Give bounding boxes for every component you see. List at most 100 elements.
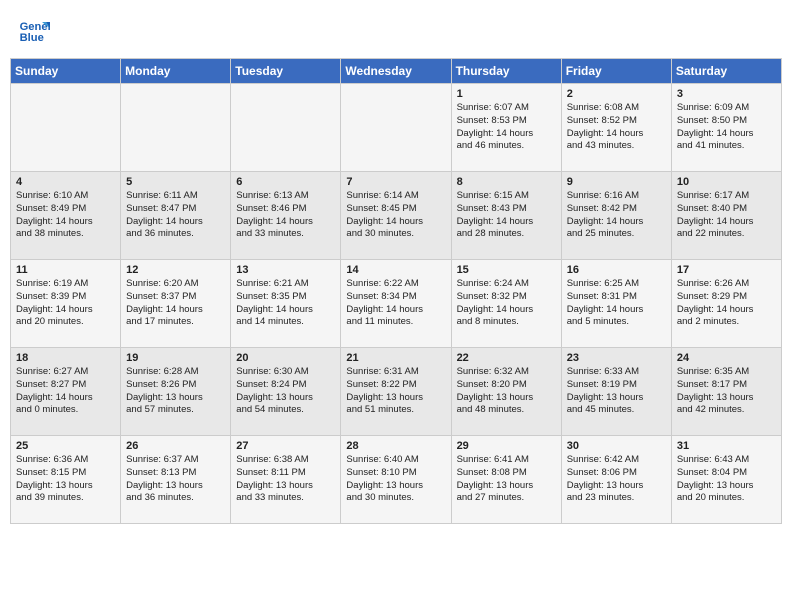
day-number: 30	[567, 440, 666, 452]
cell-info: Sunrise: 6:17 AM Sunset: 8:40 PM Dayligh…	[677, 190, 776, 241]
day-number: 10	[677, 176, 776, 188]
calendar-week-row: 25 Sunrise: 6:36 AM Sunset: 8:15 PM Dayli…	[11, 436, 782, 524]
cell-info: Sunrise: 6:31 AM Sunset: 8:22 PM Dayligh…	[346, 366, 445, 417]
day-number: 11	[16, 264, 115, 276]
calendar-cell	[231, 84, 341, 172]
calendar-cell: 4 Sunrise: 6:10 AM Sunset: 8:49 PM Daylig…	[11, 172, 121, 260]
day-number: 1	[457, 88, 556, 100]
day-number: 26	[126, 440, 225, 452]
day-number: 29	[457, 440, 556, 452]
cell-info: Sunrise: 6:21 AM Sunset: 8:35 PM Dayligh…	[236, 278, 335, 329]
calendar-cell: 29 Sunrise: 6:41 AM Sunset: 8:08 PM Dayli…	[451, 436, 561, 524]
calendar-cell: 8Sunrise: 6:15 AM Sunset: 8:43 PM Daylig…	[451, 172, 561, 260]
cell-info: Sunrise: 6:11 AM Sunset: 8:47 PM Dayligh…	[126, 190, 225, 241]
cell-info: Sunrise: 6:33 AM Sunset: 8:19 PM Dayligh…	[567, 366, 666, 417]
cell-info: Sunrise: 6:41 AM Sunset: 8:08 PM Dayligh…	[457, 454, 556, 505]
day-number: 21	[346, 352, 445, 364]
day-number: 16	[567, 264, 666, 276]
day-number: 9	[567, 176, 666, 188]
weekday-header-row: SundayMondayTuesdayWednesdayThursdayFrid…	[11, 59, 782, 84]
cell-info: Sunrise: 6:38 AM Sunset: 8:11 PM Dayligh…	[236, 454, 335, 505]
day-number: 7	[346, 176, 445, 188]
day-number: 14	[346, 264, 445, 276]
cell-info: Sunrise: 6:36 AM Sunset: 8:15 PM Dayligh…	[16, 454, 115, 505]
day-number: 17	[677, 264, 776, 276]
cell-info: Sunrise: 6:37 AM Sunset: 8:13 PM Dayligh…	[126, 454, 225, 505]
calendar-week-row: 4 Sunrise: 6:10 AM Sunset: 8:49 PM Daylig…	[11, 172, 782, 260]
cell-info: Sunrise: 6:28 AM Sunset: 8:26 PM Dayligh…	[126, 366, 225, 417]
calendar-cell: 6Sunrise: 6:13 AM Sunset: 8:46 PM Daylig…	[231, 172, 341, 260]
cell-info: Sunrise: 6:08 AM Sunset: 8:52 PM Dayligh…	[567, 102, 666, 153]
calendar-cell: 11 Sunrise: 6:19 AM Sunset: 8:39 PM Dayli…	[11, 260, 121, 348]
day-number: 20	[236, 352, 335, 364]
calendar-cell: 18 Sunrise: 6:27 AM Sunset: 8:27 PM Dayli…	[11, 348, 121, 436]
weekday-label: Monday	[121, 59, 231, 84]
cell-info: Sunrise: 6:27 AM Sunset: 8:27 PM Dayligh…	[16, 366, 115, 417]
calendar-cell	[121, 84, 231, 172]
weekday-label: Friday	[561, 59, 671, 84]
calendar-cell	[341, 84, 451, 172]
calendar-cell: 21 Sunrise: 6:31 AM Sunset: 8:22 PM Dayli…	[341, 348, 451, 436]
calendar-cell	[11, 84, 121, 172]
cell-info: Sunrise: 6:20 AM Sunset: 8:37 PM Dayligh…	[126, 278, 225, 329]
weekday-label: Wednesday	[341, 59, 451, 84]
calendar-cell: 17Sunrise: 6:26 AM Sunset: 8:29 PM Dayli…	[671, 260, 781, 348]
calendar-cell: 7 Sunrise: 6:14 AM Sunset: 8:45 PM Daylig…	[341, 172, 451, 260]
calendar-week-row: 18 Sunrise: 6:27 AM Sunset: 8:27 PM Dayli…	[11, 348, 782, 436]
calendar-cell: 2 Sunrise: 6:08 AM Sunset: 8:52 PM Daylig…	[561, 84, 671, 172]
calendar-cell: 25 Sunrise: 6:36 AM Sunset: 8:15 PM Dayli…	[11, 436, 121, 524]
calendar-cell: 16 Sunrise: 6:25 AM Sunset: 8:31 PM Dayli…	[561, 260, 671, 348]
weekday-label: Tuesday	[231, 59, 341, 84]
calendar-cell: 28 Sunrise: 6:40 AM Sunset: 8:10 PM Dayli…	[341, 436, 451, 524]
cell-info: Sunrise: 6:14 AM Sunset: 8:45 PM Dayligh…	[346, 190, 445, 241]
calendar-cell: 22 Sunrise: 6:32 AM Sunset: 8:20 PM Dayli…	[451, 348, 561, 436]
day-number: 22	[457, 352, 556, 364]
day-number: 15	[457, 264, 556, 276]
calendar-cell: 20 Sunrise: 6:30 AM Sunset: 8:24 PM Dayli…	[231, 348, 341, 436]
calendar-cell: 31Sunrise: 6:43 AM Sunset: 8:04 PM Dayli…	[671, 436, 781, 524]
day-number: 27	[236, 440, 335, 452]
day-number: 18	[16, 352, 115, 364]
day-number: 8	[457, 176, 556, 188]
calendar-cell: 24 Sunrise: 6:35 AM Sunset: 8:17 PM Dayli…	[671, 348, 781, 436]
day-number: 19	[126, 352, 225, 364]
svg-text:Blue: Blue	[20, 32, 44, 44]
weekday-label: Thursday	[451, 59, 561, 84]
day-number: 28	[346, 440, 445, 452]
page-header: General Blue	[10, 10, 782, 50]
cell-info: Sunrise: 6:25 AM Sunset: 8:31 PM Dayligh…	[567, 278, 666, 329]
weekday-label: Sunday	[11, 59, 121, 84]
calendar-cell: 27 Sunrise: 6:38 AM Sunset: 8:11 PM Dayli…	[231, 436, 341, 524]
cell-info: Sunrise: 6:24 AM Sunset: 8:32 PM Dayligh…	[457, 278, 556, 329]
calendar-cell: 5 Sunrise: 6:11 AM Sunset: 8:47 PM Daylig…	[121, 172, 231, 260]
day-number: 6	[236, 176, 335, 188]
day-number: 24	[677, 352, 776, 364]
cell-info: Sunrise: 6:09 AM Sunset: 8:50 PM Dayligh…	[677, 102, 776, 153]
calendar-body: 1 Sunrise: 6:07 AM Sunset: 8:53 PM Daylig…	[11, 84, 782, 524]
day-number: 5	[126, 176, 225, 188]
cell-info: Sunrise: 6:42 AM Sunset: 8:06 PM Dayligh…	[567, 454, 666, 505]
cell-info: Sunrise: 6:07 AM Sunset: 8:53 PM Dayligh…	[457, 102, 556, 153]
cell-info: Sunrise: 6:35 AM Sunset: 8:17 PM Dayligh…	[677, 366, 776, 417]
cell-info: Sunrise: 6:40 AM Sunset: 8:10 PM Dayligh…	[346, 454, 445, 505]
calendar-cell: 15 Sunrise: 6:24 AM Sunset: 8:32 PM Dayli…	[451, 260, 561, 348]
calendar-cell: 26 Sunrise: 6:37 AM Sunset: 8:13 PM Dayli…	[121, 436, 231, 524]
logo: General Blue	[18, 14, 50, 46]
day-number: 23	[567, 352, 666, 364]
day-number: 2	[567, 88, 666, 100]
weekday-label: Saturday	[671, 59, 781, 84]
day-number: 13	[236, 264, 335, 276]
calendar-week-row: 11 Sunrise: 6:19 AM Sunset: 8:39 PM Dayli…	[11, 260, 782, 348]
calendar-week-row: 1 Sunrise: 6:07 AM Sunset: 8:53 PM Daylig…	[11, 84, 782, 172]
cell-info: Sunrise: 6:32 AM Sunset: 8:20 PM Dayligh…	[457, 366, 556, 417]
cell-info: Sunrise: 6:30 AM Sunset: 8:24 PM Dayligh…	[236, 366, 335, 417]
calendar-cell: 3 Sunrise: 6:09 AM Sunset: 8:50 PM Daylig…	[671, 84, 781, 172]
calendar-table: SundayMondayTuesdayWednesdayThursdayFrid…	[10, 58, 782, 524]
cell-info: Sunrise: 6:19 AM Sunset: 8:39 PM Dayligh…	[16, 278, 115, 329]
day-number: 3	[677, 88, 776, 100]
calendar-cell: 9Sunrise: 6:16 AM Sunset: 8:42 PM Daylig…	[561, 172, 671, 260]
day-number: 25	[16, 440, 115, 452]
calendar-cell: 30 Sunrise: 6:42 AM Sunset: 8:06 PM Dayli…	[561, 436, 671, 524]
cell-info: Sunrise: 6:10 AM Sunset: 8:49 PM Dayligh…	[16, 190, 115, 241]
day-number: 4	[16, 176, 115, 188]
